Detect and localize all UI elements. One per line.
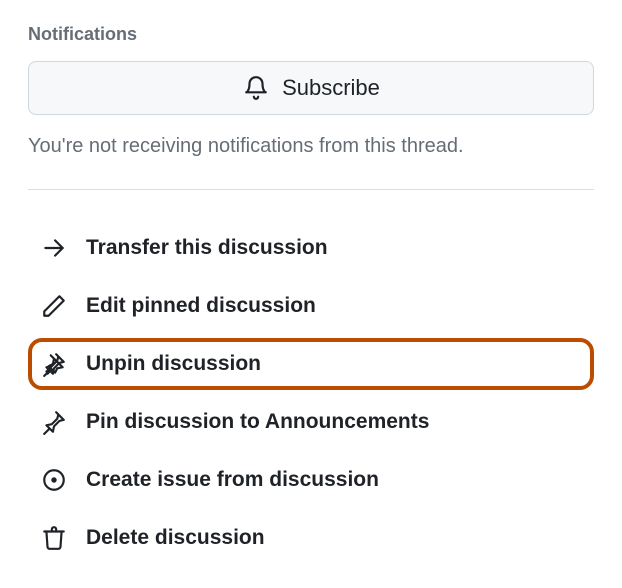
subscribe-button[interactable]: Subscribe <box>28 61 594 115</box>
create-issue-action[interactable]: Create issue from discussion <box>28 454 594 506</box>
bell-icon <box>242 74 270 102</box>
divider <box>28 189 594 190</box>
notifications-hint: You're not receiving notifications from … <box>28 131 594 161</box>
trash-icon <box>40 524 68 552</box>
unpin-discussion-action[interactable]: Unpin discussion <box>28 338 594 390</box>
action-label: Pin discussion to Announcements <box>86 410 429 434</box>
action-label: Transfer this discussion <box>86 236 328 260</box>
transfer-discussion-action[interactable]: Transfer this discussion <box>28 222 594 274</box>
issue-icon <box>40 466 68 494</box>
action-label: Unpin discussion <box>86 352 261 376</box>
notifications-panel: Notifications Subscribe You're not recei… <box>28 24 594 564</box>
action-label: Delete discussion <box>86 526 265 550</box>
pin-icon <box>40 408 68 436</box>
pin-icon <box>40 350 68 378</box>
subscribe-label: Subscribe <box>282 75 380 101</box>
edit-pinned-action[interactable]: Edit pinned discussion <box>28 280 594 332</box>
actions-list: Transfer this discussion Edit pinned dis… <box>28 222 594 564</box>
notifications-title: Notifications <box>28 24 594 45</box>
arrow-right-icon <box>40 234 68 262</box>
pencil-icon <box>40 292 68 320</box>
action-label: Create issue from discussion <box>86 468 379 492</box>
action-label: Edit pinned discussion <box>86 294 316 318</box>
delete-discussion-action[interactable]: Delete discussion <box>28 512 594 564</box>
pin-announcements-action[interactable]: Pin discussion to Announcements <box>28 396 594 448</box>
